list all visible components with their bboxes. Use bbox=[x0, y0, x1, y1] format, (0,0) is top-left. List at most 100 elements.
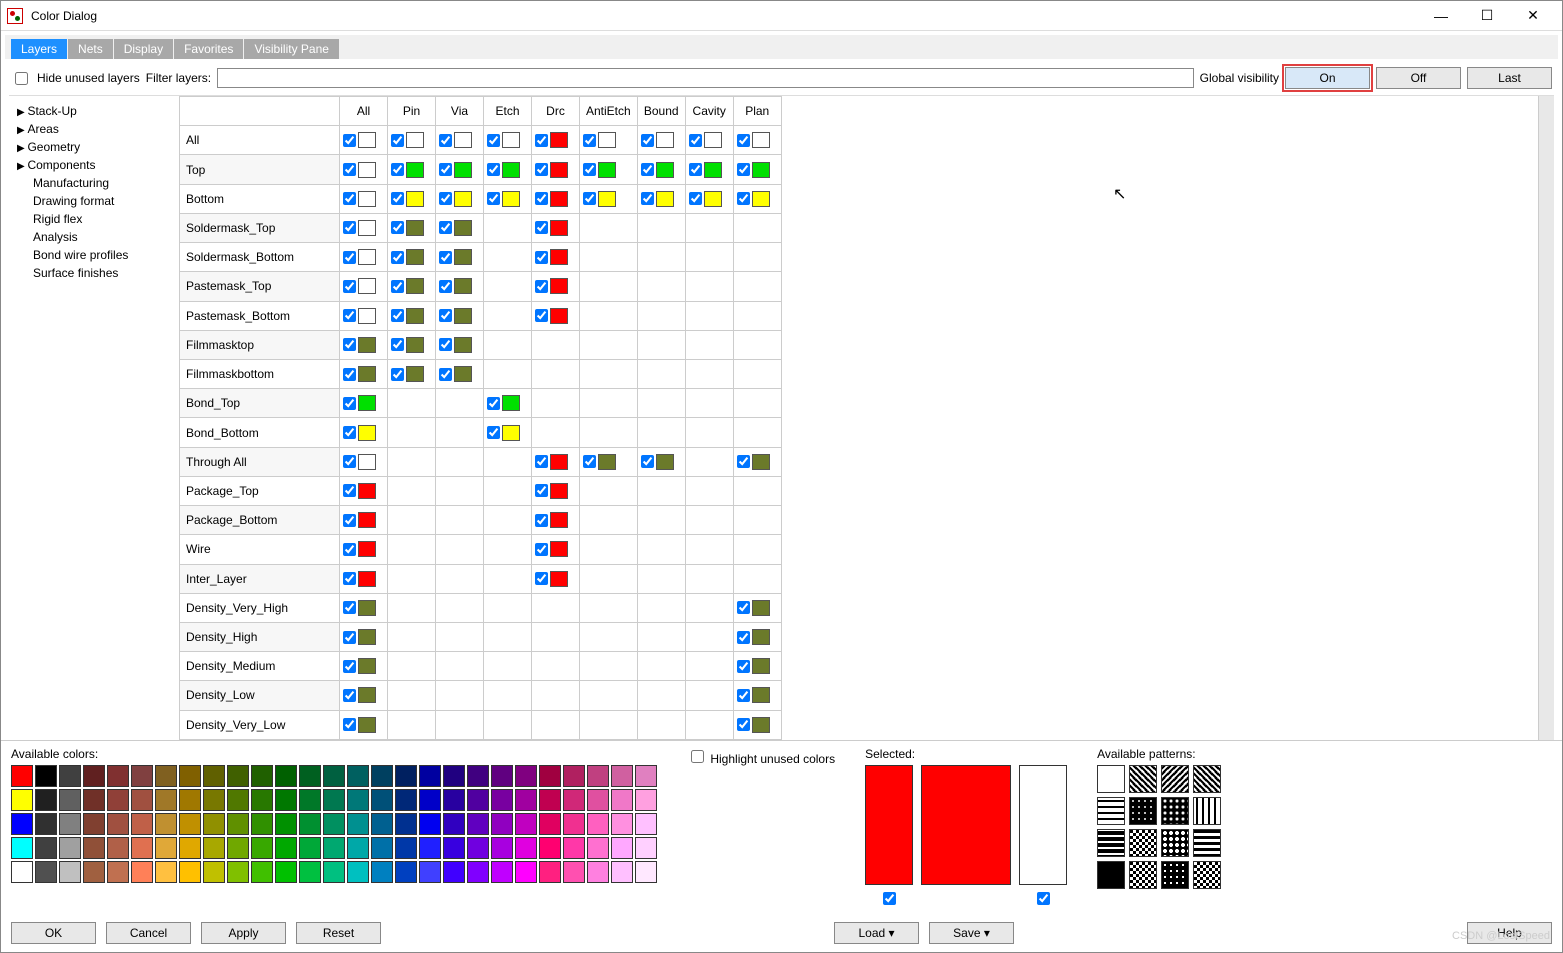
palette-swatch[interactable] bbox=[11, 861, 33, 883]
color-swatch[interactable] bbox=[358, 512, 376, 528]
cell-check[interactable] bbox=[343, 192, 356, 205]
cell-check[interactable] bbox=[343, 543, 356, 556]
palette-swatch[interactable] bbox=[11, 765, 33, 787]
palette-swatch[interactable] bbox=[515, 789, 537, 811]
color-swatch[interactable] bbox=[406, 162, 424, 178]
color-swatch[interactable] bbox=[752, 717, 770, 733]
color-swatch[interactable] bbox=[598, 132, 616, 148]
color-swatch[interactable] bbox=[454, 308, 472, 324]
palette-swatch[interactable] bbox=[611, 813, 633, 835]
color-swatch[interactable] bbox=[406, 220, 424, 236]
cell-check[interactable] bbox=[439, 280, 452, 293]
color-swatch[interactable] bbox=[502, 162, 520, 178]
palette-swatch[interactable] bbox=[443, 861, 465, 883]
palette-swatch[interactable] bbox=[563, 813, 585, 835]
palette-swatch[interactable] bbox=[635, 765, 657, 787]
color-swatch[interactable] bbox=[704, 132, 722, 148]
palette-swatch[interactable] bbox=[35, 789, 57, 811]
palette-swatch[interactable] bbox=[83, 789, 105, 811]
color-swatch[interactable] bbox=[358, 571, 376, 587]
cell-check[interactable] bbox=[391, 163, 404, 176]
selected-check-3[interactable] bbox=[1037, 892, 1050, 905]
palette-swatch[interactable] bbox=[587, 789, 609, 811]
cell-check[interactable] bbox=[535, 309, 548, 322]
close-button[interactable]: ✕ bbox=[1510, 2, 1556, 30]
cell-check[interactable] bbox=[343, 572, 356, 585]
cell-check[interactable] bbox=[535, 251, 548, 264]
palette-swatch[interactable] bbox=[299, 813, 321, 835]
color-swatch[interactable] bbox=[358, 425, 376, 441]
color-swatch[interactable] bbox=[752, 454, 770, 470]
palette-swatch[interactable] bbox=[179, 789, 201, 811]
sidebar-item-manufacturing[interactable]: Manufacturing bbox=[13, 174, 175, 192]
color-swatch[interactable] bbox=[358, 454, 376, 470]
cell-check[interactable] bbox=[737, 660, 750, 673]
sidebar-item-analysis[interactable]: Analysis bbox=[13, 228, 175, 246]
palette-swatch[interactable] bbox=[179, 861, 201, 883]
color-swatch[interactable] bbox=[358, 483, 376, 499]
tab-layers[interactable]: Layers bbox=[11, 39, 67, 59]
sidebar-item-stack-up[interactable]: Stack-Up bbox=[13, 102, 175, 120]
cell-check[interactable] bbox=[391, 251, 404, 264]
palette-swatch[interactable] bbox=[179, 765, 201, 787]
palette-swatch[interactable] bbox=[539, 765, 561, 787]
cell-check[interactable] bbox=[487, 134, 500, 147]
palette-swatch[interactable] bbox=[227, 813, 249, 835]
cell-check[interactable] bbox=[439, 368, 452, 381]
palette-swatch[interactable] bbox=[395, 837, 417, 859]
color-swatch[interactable] bbox=[406, 366, 424, 382]
cell-check[interactable] bbox=[535, 484, 548, 497]
pattern-swatch[interactable] bbox=[1161, 861, 1189, 889]
tab-favorites[interactable]: Favorites bbox=[174, 39, 243, 59]
cell-check[interactable] bbox=[689, 163, 702, 176]
pattern-swatch[interactable] bbox=[1193, 797, 1221, 825]
color-swatch[interactable] bbox=[406, 132, 424, 148]
color-swatch[interactable] bbox=[454, 132, 472, 148]
palette-swatch[interactable] bbox=[539, 837, 561, 859]
palette-swatch[interactable] bbox=[491, 765, 513, 787]
palette-swatch[interactable] bbox=[539, 861, 561, 883]
cell-check[interactable] bbox=[535, 514, 548, 527]
help-button[interactable]: Help bbox=[1467, 922, 1552, 944]
color-swatch[interactable] bbox=[454, 366, 472, 382]
palette-swatch[interactable] bbox=[227, 765, 249, 787]
palette-swatch[interactable] bbox=[35, 765, 57, 787]
pattern-swatch[interactable] bbox=[1129, 861, 1157, 889]
color-swatch[interactable] bbox=[454, 249, 472, 265]
color-swatch[interactable] bbox=[358, 191, 376, 207]
cell-check[interactable] bbox=[737, 718, 750, 731]
color-swatch[interactable] bbox=[598, 191, 616, 207]
color-swatch[interactable] bbox=[358, 687, 376, 703]
palette-swatch[interactable] bbox=[371, 837, 393, 859]
color-swatch[interactable] bbox=[358, 278, 376, 294]
palette-swatch[interactable] bbox=[83, 861, 105, 883]
cell-check[interactable] bbox=[641, 455, 654, 468]
cell-check[interactable] bbox=[535, 192, 548, 205]
color-swatch[interactable] bbox=[358, 132, 376, 148]
scrollbar[interactable] bbox=[1538, 96, 1554, 740]
cancel-button[interactable]: Cancel bbox=[106, 922, 191, 944]
cell-check[interactable] bbox=[487, 397, 500, 410]
palette-swatch[interactable] bbox=[299, 789, 321, 811]
color-swatch[interactable] bbox=[598, 454, 616, 470]
palette-swatch[interactable] bbox=[227, 861, 249, 883]
palette-swatch[interactable] bbox=[131, 861, 153, 883]
palette-swatch[interactable] bbox=[251, 813, 273, 835]
palette-swatch[interactable] bbox=[467, 789, 489, 811]
cell-check[interactable] bbox=[343, 631, 356, 644]
color-swatch[interactable] bbox=[406, 337, 424, 353]
palette-swatch[interactable] bbox=[59, 813, 81, 835]
palette-swatch[interactable] bbox=[155, 837, 177, 859]
cell-check[interactable] bbox=[535, 221, 548, 234]
color-swatch[interactable] bbox=[358, 249, 376, 265]
palette-swatch[interactable] bbox=[395, 861, 417, 883]
palette-swatch[interactable] bbox=[59, 861, 81, 883]
palette-swatch[interactable] bbox=[131, 813, 153, 835]
palette-swatch[interactable] bbox=[587, 765, 609, 787]
palette-swatch[interactable] bbox=[155, 765, 177, 787]
color-swatch[interactable] bbox=[358, 658, 376, 674]
color-swatch[interactable] bbox=[550, 162, 568, 178]
cell-check[interactable] bbox=[439, 251, 452, 264]
sidebar-item-components[interactable]: Components bbox=[13, 156, 175, 174]
palette-swatch[interactable] bbox=[275, 789, 297, 811]
